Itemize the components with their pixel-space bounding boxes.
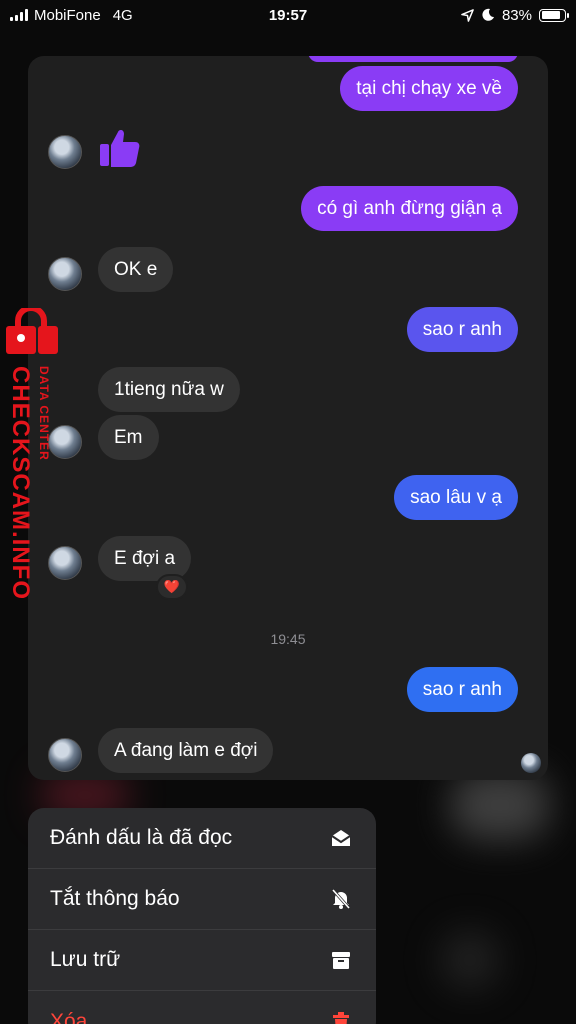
- carrier-name: MobiFone: [34, 6, 101, 24]
- message-incoming: A đang làm e đợi: [98, 728, 274, 773]
- archive-box-icon: [332, 952, 350, 969]
- mark-as-read-item[interactable]: Đánh dấu là đã đọc: [28, 808, 376, 869]
- mute-notifications-item[interactable]: Tắt thông báo: [28, 869, 376, 930]
- location-arrow-icon: [461, 8, 474, 22]
- message-incoming: OK e: [98, 247, 174, 292]
- watermark: CHECKSCAM.INFO DATA CENTER: [0, 308, 64, 600]
- avatar: [48, 135, 82, 169]
- heart-reaction[interactable]: ❤️: [156, 574, 188, 600]
- delete-item[interactable]: Xóa: [28, 991, 376, 1024]
- message-outgoing: sao lâu v ạ: [394, 475, 518, 520]
- message-outgoing: tại chị chạy xe về: [340, 66, 518, 111]
- status-left: MobiFone 4G: [10, 7, 133, 24]
- bell-slash-icon: [331, 889, 351, 909]
- status-bar: MobiFone 4G 19:57 83%: [0, 0, 576, 30]
- heart-icon: ❤️: [163, 579, 181, 594]
- network-type: 4G: [112, 6, 133, 24]
- padlock-icon: [6, 308, 58, 354]
- thumbs-up-icon: [100, 129, 140, 167]
- message-outgoing: sao r anh: [406, 667, 518, 712]
- battery-icon: [539, 8, 569, 22]
- avatar: [48, 257, 82, 291]
- blur-shape: [450, 770, 550, 840]
- menu-item-label: Tắt thông báo: [50, 887, 180, 910]
- battery-fill: [541, 11, 560, 19]
- blur-shape: [440, 930, 500, 990]
- menu-item-label: Xóa: [50, 1009, 88, 1024]
- trash-icon: [333, 1011, 349, 1024]
- message-incoming: 1tieng nữa w: [98, 367, 240, 412]
- chat-preview[interactable]: tại chị chạy xe về có gì anh đừng giận ạ…: [28, 56, 548, 780]
- moon-icon: [482, 8, 494, 21]
- message-timestamp: 19:45: [270, 631, 306, 647]
- seen-avatar: [521, 753, 541, 773]
- message-incoming: Em: [98, 415, 159, 460]
- watermark-subtext: DATA CENTER: [37, 366, 51, 461]
- context-menu: Đánh dấu là đã đọc Tắt thông báo Lưu trữ…: [28, 808, 376, 1024]
- message-outgoing: có gì anh đừng giận ạ: [301, 186, 518, 231]
- archive-item[interactable]: Lưu trữ: [28, 930, 376, 991]
- battery-percent: 83%: [501, 6, 532, 24]
- watermark-text: CHECKSCAM.INFO: [7, 366, 34, 600]
- message-bubble-partial: [308, 56, 518, 62]
- signal-icon: [10, 9, 28, 21]
- message-outgoing: sao r anh: [406, 307, 518, 352]
- avatar: [48, 738, 82, 772]
- menu-item-label: Đánh dấu là đã đọc: [50, 826, 233, 849]
- envelope-open-icon: [331, 830, 351, 846]
- menu-item-label: Lưu trữ: [50, 948, 121, 971]
- status-right: 83%: [461, 6, 569, 24]
